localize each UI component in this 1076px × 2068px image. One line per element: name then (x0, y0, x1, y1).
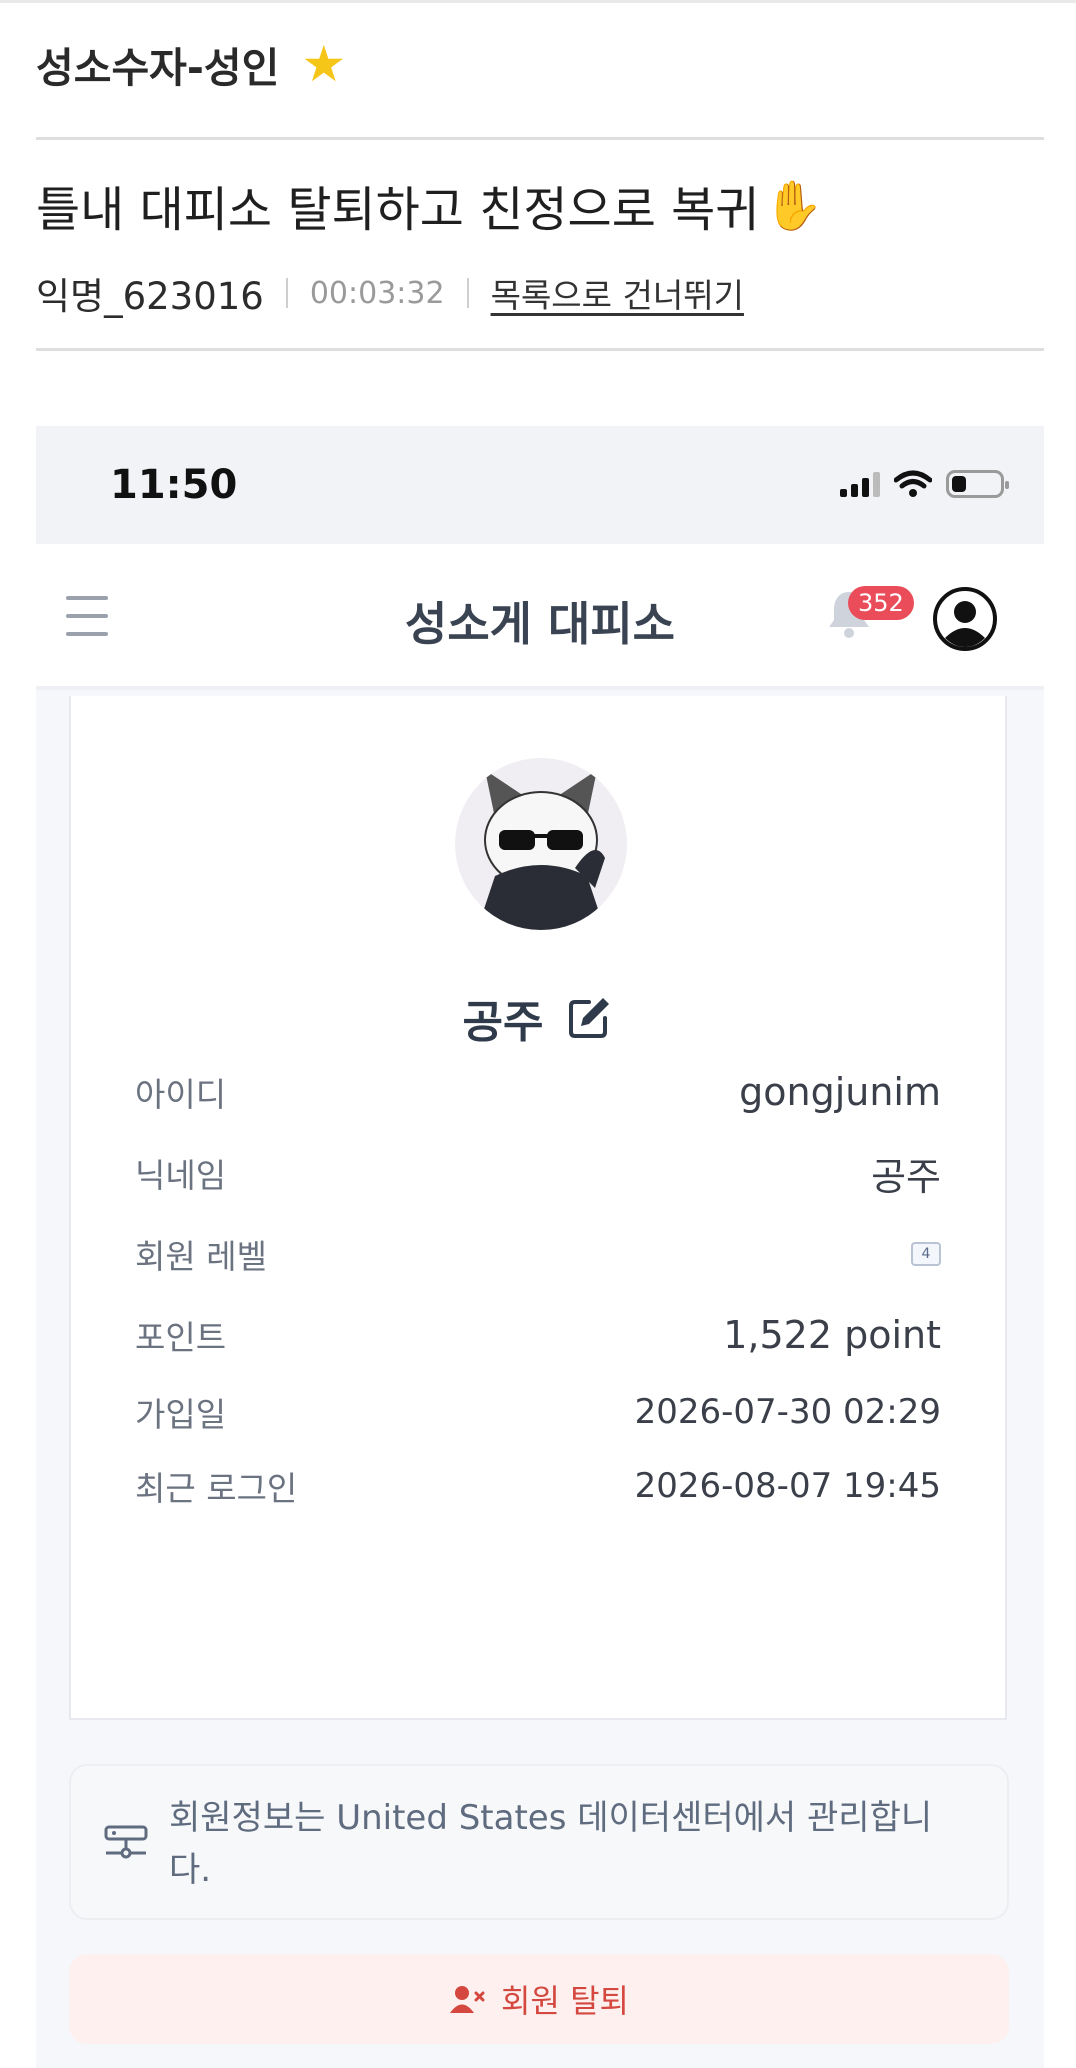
profile-card: 공주 아이디 gongjunim 닉네임 공주 회원 레벨 4 포인트 1,52… (69, 696, 1007, 1720)
cat-avatar-image (477, 770, 605, 930)
user-remove-icon (450, 1986, 485, 2013)
info-row-points: 포인트 1,522 point (135, 1305, 941, 1365)
status-icons (840, 470, 1009, 498)
divider (36, 137, 1044, 140)
status-clock: 11:50 (110, 462, 238, 508)
post-time: 00:03:32 (309, 275, 445, 311)
post-meta: 익명_623016 00:03:32 목록으로 건너뛰기 (36, 268, 744, 318)
notification-badge: 352 (848, 586, 914, 620)
avatar (455, 758, 627, 930)
info-label: 최근 로그인 (135, 1469, 298, 1508)
app-bar: 성소게 대피소 352 (36, 544, 1044, 690)
skip-to-list-link[interactable]: 목록으로 건너뛰기 (491, 269, 744, 317)
info-label: 아이디 (135, 1075, 227, 1114)
info-value: 2026-07-30 02:29 (634, 1392, 941, 1432)
info-row-id: 아이디 gongjunim (135, 1062, 941, 1122)
star-icon[interactable]: ★ (301, 39, 346, 89)
post-title: 틀내 대피소 탈퇴하고 친정으로 복귀 ✋ (36, 170, 823, 240)
notice-text: 회원정보는 United States 데이터센터에서 관리합니다. (169, 1798, 933, 1890)
wifi-icon (894, 470, 932, 497)
level-badge-icon: 4 (911, 1242, 941, 1266)
datacenter-notice: 회원정보는 United States 데이터센터에서 관리합니다. (69, 1764, 1009, 1920)
raised-hand-emoji: ✋ (763, 177, 824, 234)
info-row-last-login: 최근 로그인 2026-08-07 19:45 (135, 1456, 941, 1516)
status-bar: 11:50 (36, 426, 1044, 544)
meta-separator (285, 278, 288, 308)
info-row-nickname: 닉네임 공주 (135, 1143, 941, 1203)
server-icon (104, 1825, 148, 1859)
board-title-text: 성소수자-성인 (36, 44, 280, 92)
withdraw-label: 회원 탈퇴 (501, 1982, 629, 2020)
info-value: 공주 (871, 1154, 941, 1199)
info-row-joined: 가입일 2026-07-30 02:29 (135, 1382, 941, 1442)
board-title[interactable]: 성소수자-성인 ★ (36, 34, 346, 94)
meta-separator (466, 278, 469, 308)
edit-icon[interactable] (565, 994, 613, 1042)
cellular-signal-icon (840, 471, 880, 497)
info-value: gongjunim (739, 1070, 941, 1114)
profile-nickname: 공주 (462, 997, 544, 1048)
embedded-screenshot: 11:50 성소게 대피소 352 공주 아이디 gongjunim 닉네임 공… (36, 426, 1044, 2068)
info-value: 1,522 point (723, 1313, 941, 1357)
withdraw-button[interactable]: 회원 탈퇴 (69, 1954, 1009, 2044)
info-label: 회원 레벨 (135, 1237, 267, 1276)
info-label: 닉네임 (135, 1156, 227, 1195)
top-divider (0, 0, 1076, 3)
nickname-row: 공주 (71, 986, 1005, 1050)
info-label: 포인트 (135, 1318, 227, 1357)
post-author: 익명_623016 (36, 275, 264, 318)
divider (36, 348, 1044, 351)
user-account-icon[interactable] (932, 586, 998, 652)
post-title-text: 틀내 대피소 탈퇴하고 친정으로 복귀 (36, 182, 760, 238)
info-label: 가입일 (135, 1395, 227, 1434)
battery-icon (946, 470, 1009, 498)
info-row-level: 회원 레벨 4 (135, 1224, 941, 1284)
info-value: 2026-08-07 19:45 (634, 1466, 941, 1506)
